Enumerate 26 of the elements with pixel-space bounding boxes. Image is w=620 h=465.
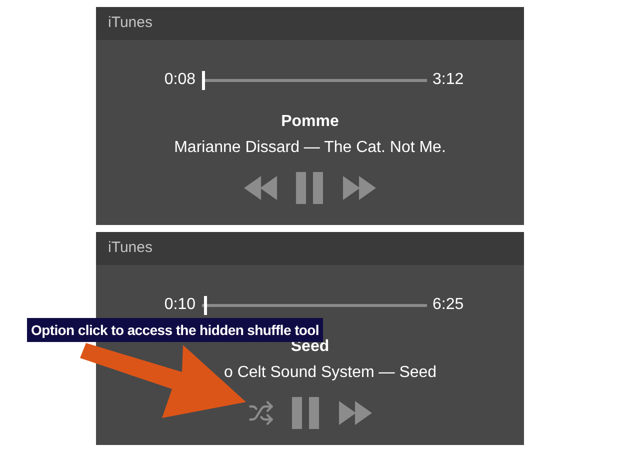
window-title: iTunes [108, 13, 152, 34]
progress-track[interactable] [202, 296, 426, 314]
fast-forward-icon [338, 401, 372, 425]
elapsed-time: 0:08 [163, 70, 196, 90]
song-title: Pomme [281, 112, 339, 132]
pause-icon [296, 172, 324, 204]
elapsed-time: 0:10 [163, 295, 196, 315]
fast-forward-button[interactable] [342, 176, 376, 200]
window-title: iTunes [108, 238, 152, 258]
artist-album: Marianne Dissard — The Cat. Not Me. [174, 138, 446, 158]
playhead[interactable] [204, 296, 207, 314]
pause-icon [292, 397, 320, 429]
shuffle-icon [248, 400, 274, 426]
fast-forward-icon [342, 176, 376, 200]
pause-button[interactable] [292, 397, 320, 429]
progress-track[interactable] [202, 70, 426, 90]
fast-forward-button[interactable] [338, 401, 372, 425]
total-time: 3:12 [432, 70, 465, 90]
total-time: 6:25 [432, 295, 465, 315]
playhead[interactable] [202, 70, 204, 90]
shuffle-button[interactable] [248, 400, 274, 426]
rewind-icon [244, 176, 278, 200]
pause-button[interactable] [296, 172, 324, 204]
artist-album: o Celt Sound System — Seed [224, 363, 437, 383]
annotation-label: Option click to access the hidden shuffle tool [31, 320, 320, 339]
rewind-button[interactable] [244, 176, 278, 200]
